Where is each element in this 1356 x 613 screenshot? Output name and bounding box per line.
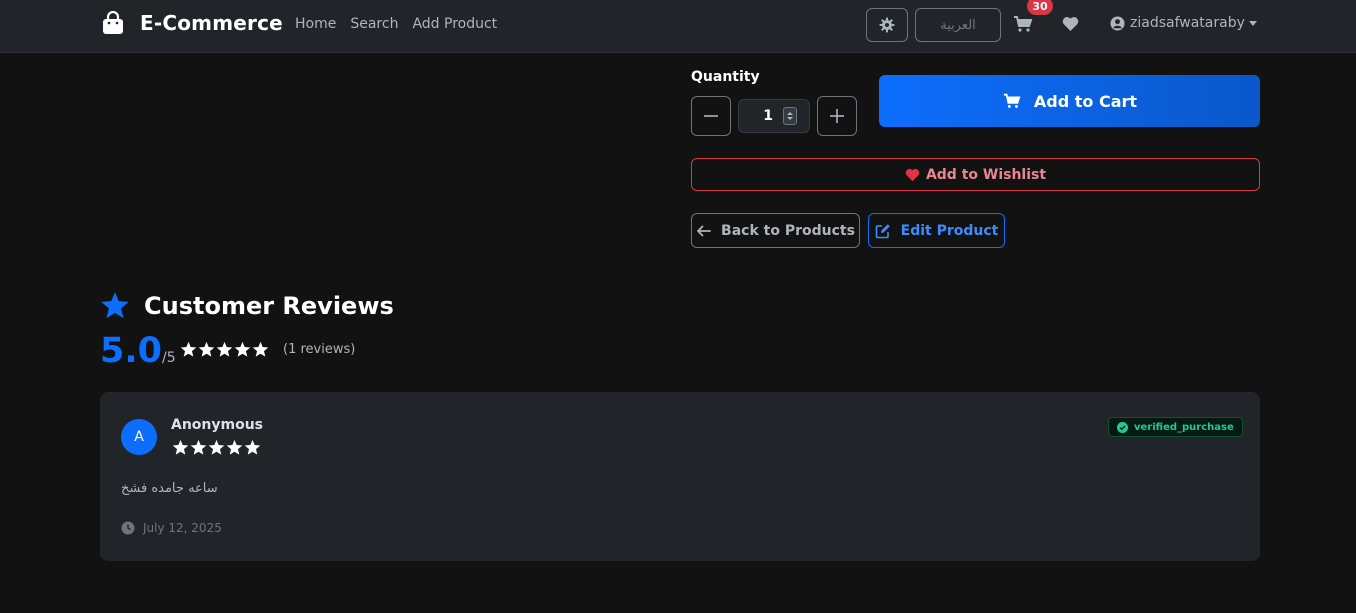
increase-quantity-button[interactable] <box>817 96 857 136</box>
star-icon <box>208 439 225 455</box>
username: ziadsafwataraby <box>1130 15 1245 31</box>
average-rating: 5.0 /5 <box>100 331 176 371</box>
reviews-title: Customer Reviews <box>144 291 394 320</box>
user-circle-icon <box>1110 15 1125 31</box>
star-icon <box>216 341 233 357</box>
edit-icon <box>875 223 890 238</box>
decrease-quantity-button[interactable] <box>691 96 731 136</box>
star-icon <box>234 341 251 357</box>
arrow-left-icon <box>697 225 711 236</box>
theme-settings-button[interactable] <box>866 8 908 42</box>
heart-icon[interactable] <box>1062 16 1079 32</box>
plus-icon <box>830 109 844 123</box>
average-rating-stars <box>180 341 269 358</box>
star-icon <box>244 439 261 455</box>
star-icon <box>101 292 129 319</box>
reviews-heading: Customer Reviews <box>100 291 394 320</box>
brand[interactable]: E-Commerce <box>102 11 283 35</box>
review-card: A Anonymous verified_purchase ساعه جامده… <box>100 392 1260 561</box>
nav-links: Home Search Add Product <box>295 16 511 32</box>
avatar: A <box>121 419 157 455</box>
review-date-text: July 12, 2025 <box>143 521 222 535</box>
nav-link-add-product[interactable]: Add Product <box>412 16 497 32</box>
language-toggle-button[interactable]: العربية <box>915 8 1001 42</box>
nav-link-home[interactable]: Home <box>295 16 336 32</box>
star-icon <box>198 341 215 357</box>
review-stars <box>172 439 261 456</box>
edit-product-button[interactable]: Edit Product <box>868 213 1005 248</box>
back-to-products-button[interactable]: Back to Products <box>691 213 860 248</box>
average-rating-value: 5.0 <box>100 331 163 371</box>
verified-badge-label: verified_purchase <box>1134 421 1234 433</box>
heart-icon <box>905 168 920 181</box>
star-icon <box>180 341 197 357</box>
star-icon <box>226 439 243 455</box>
review-count: (1 reviews) <box>283 342 356 357</box>
add-to-wishlist-button[interactable]: Add to Wishlist <box>691 158 1260 191</box>
review-date: July 12, 2025 <box>121 521 222 535</box>
star-icon <box>172 439 189 455</box>
cart-icon[interactable] <box>1013 14 1033 34</box>
star-icon <box>252 341 269 357</box>
add-to-wishlist-label: Add to Wishlist <box>925 166 1047 183</box>
back-to-products-label: Back to Products <box>721 222 855 239</box>
check-circle-icon <box>1117 421 1128 433</box>
add-to-cart-label: Add to Cart <box>1033 91 1138 111</box>
status-badge: verified_purchase <box>1108 417 1243 437</box>
cart-count-badge: 30 <box>1027 0 1053 15</box>
quantity-value: 1 <box>763 108 773 124</box>
navbar: E-Commerce Home Search Add Product العرب… <box>0 0 1356 53</box>
minus-icon <box>704 115 718 117</box>
quantity-input[interactable]: 1 <box>738 99 810 133</box>
bag-icon <box>103 11 123 34</box>
nav-link-search[interactable]: Search <box>350 16 398 32</box>
quantity-stepper[interactable] <box>783 107 797 125</box>
gear-icon <box>879 17 895 33</box>
star-icon <box>190 439 207 455</box>
quantity-label: Quantity <box>691 69 760 85</box>
clock-icon <box>121 521 135 535</box>
review-text: ساعه جامده فشخ <box>121 481 218 496</box>
reviewer-name: Anonymous <box>171 417 264 433</box>
chevron-down-icon <box>1248 20 1257 26</box>
edit-product-label: Edit Product <box>900 222 999 239</box>
brand-name: E-Commerce <box>140 11 283 35</box>
user-menu[interactable]: ziadsafwataraby <box>1110 15 1257 31</box>
cart-icon <box>1003 93 1021 108</box>
rating-max: /5 <box>162 350 176 366</box>
add-to-cart-button[interactable]: Add to Cart <box>879 75 1260 127</box>
